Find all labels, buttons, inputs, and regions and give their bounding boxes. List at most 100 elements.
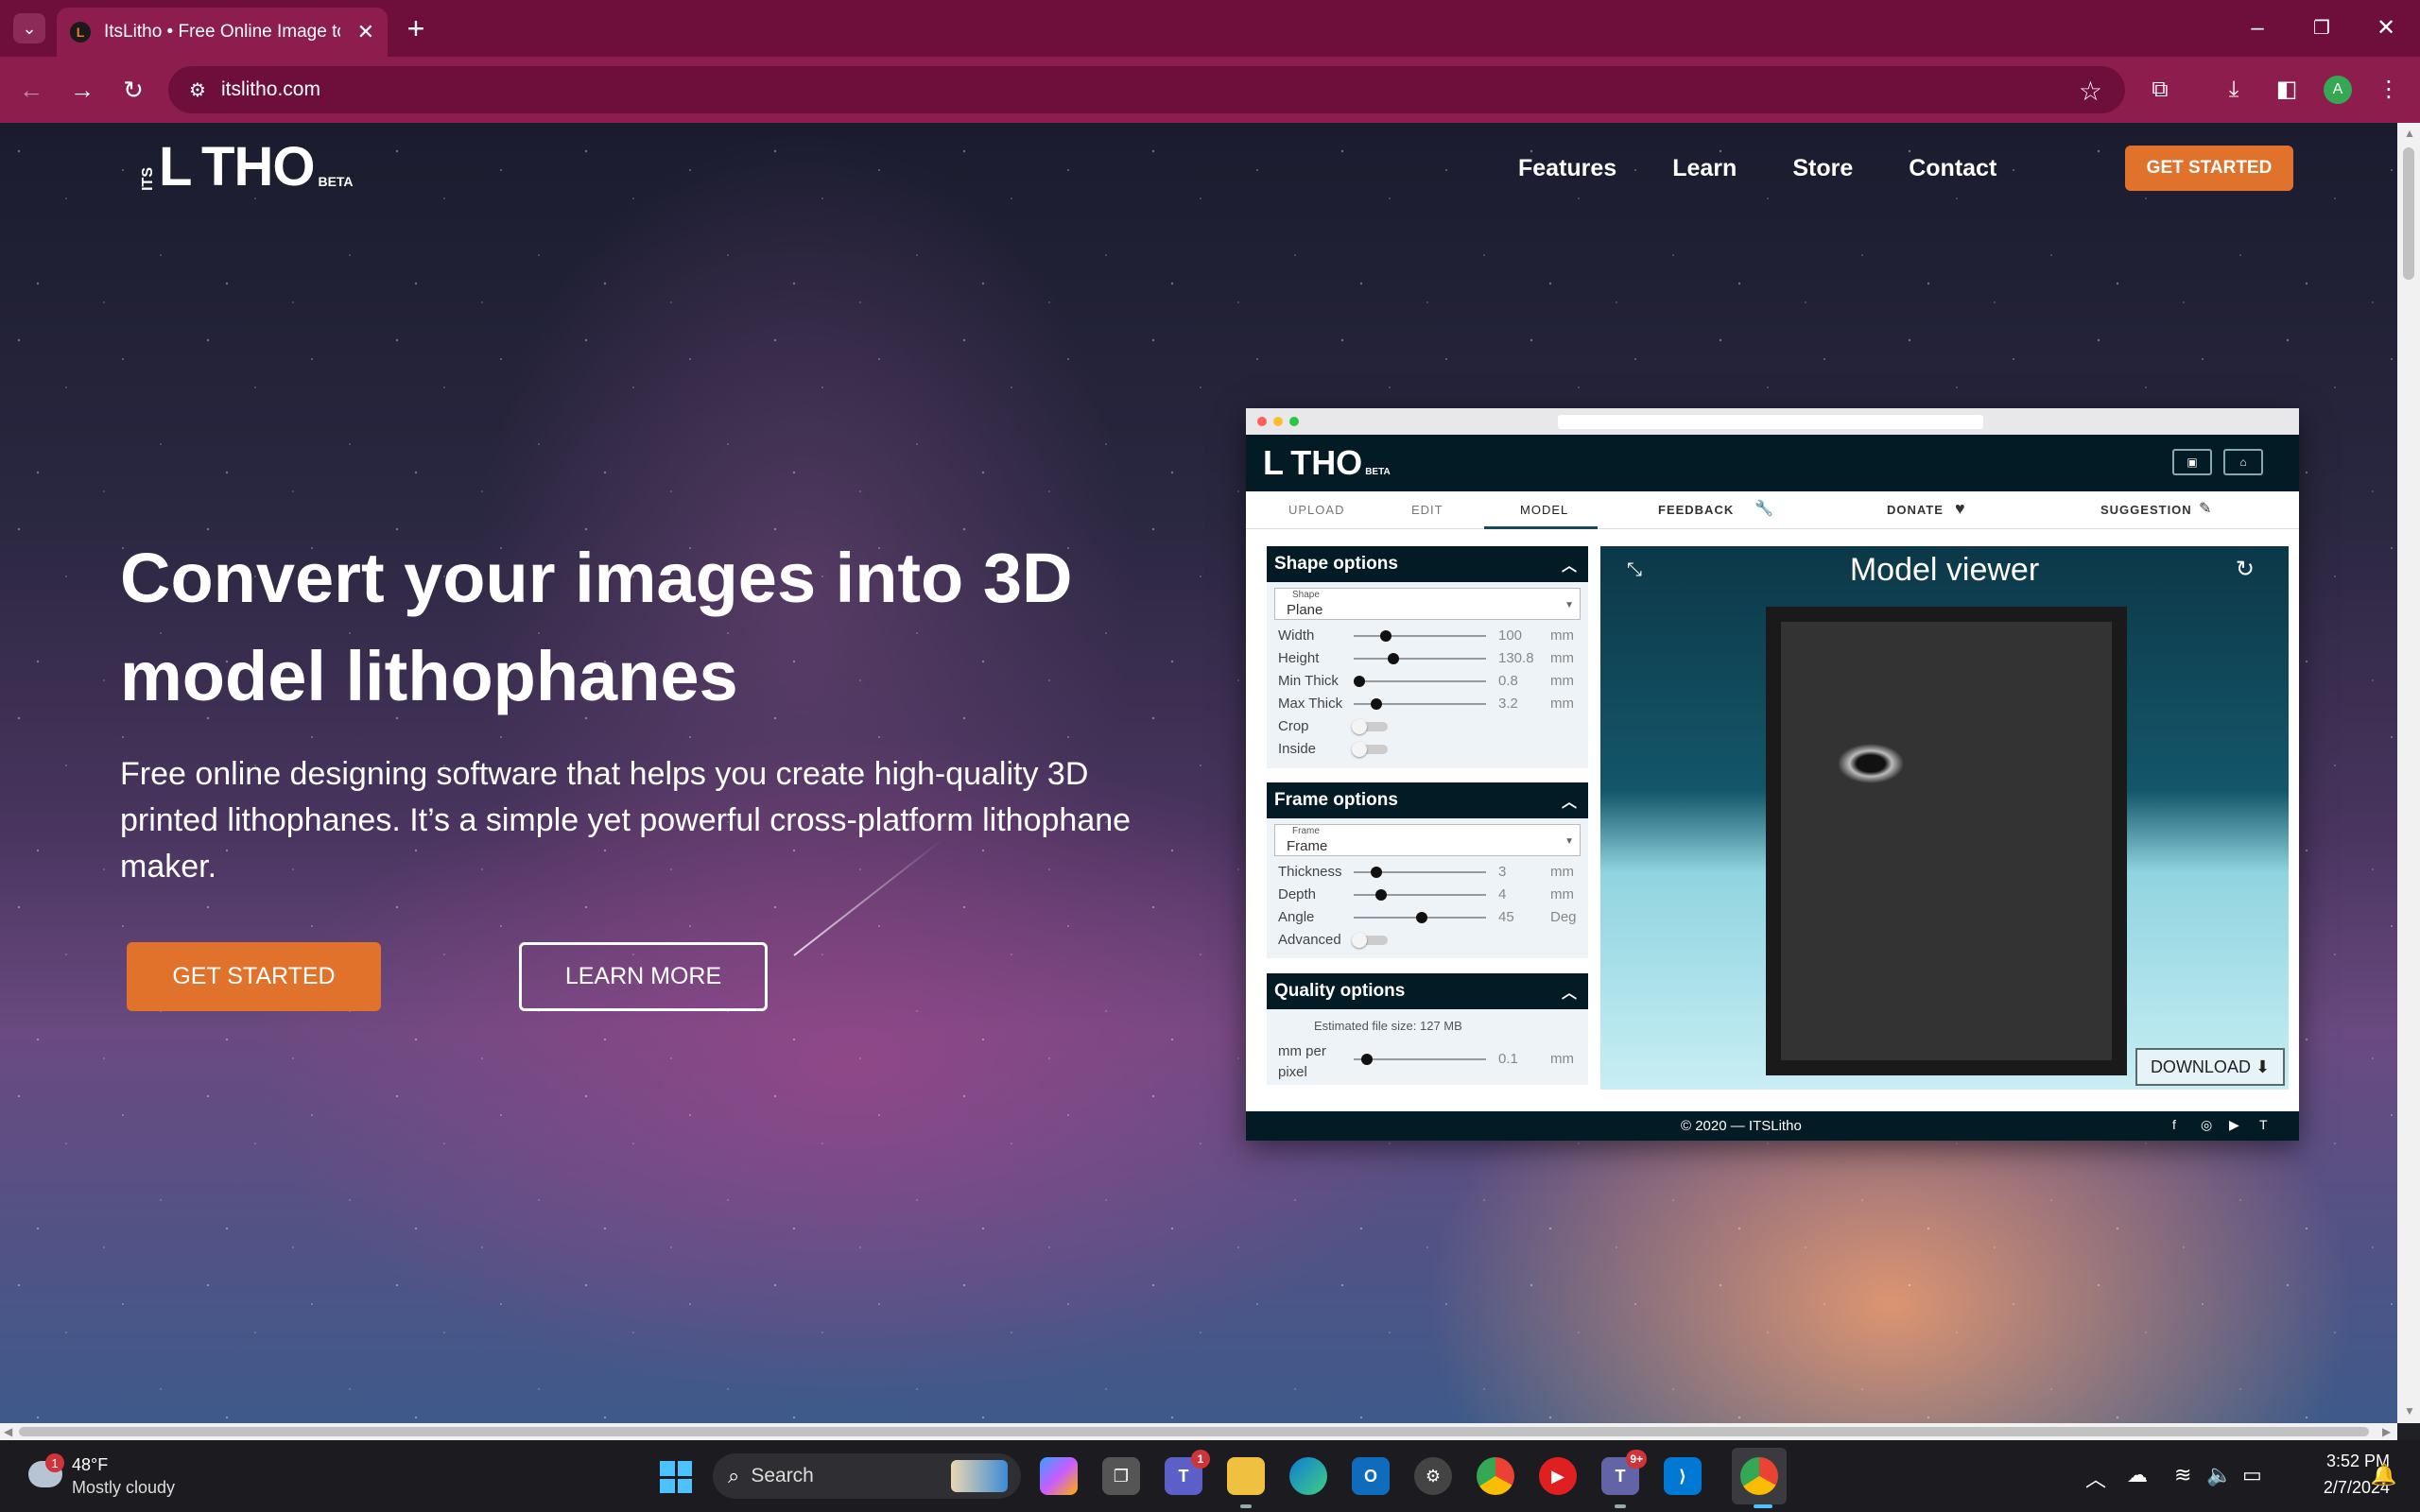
- downloads-icon[interactable]: ⤓: [2216, 72, 2252, 108]
- browser-toolbar: ← → ↻ ⚙ itslitho.com ☆ ⧉ ⤓ ◧ ⋮: [0, 57, 2420, 123]
- quality-options-header: Quality options ︿: [1267, 973, 1588, 1009]
- facebook-icon: f: [2172, 1117, 2176, 1132]
- search-icon: ⌕: [728, 1464, 740, 1487]
- task-view-icon[interactable]: ❐: [1102, 1457, 1140, 1495]
- new-tab-button[interactable]: +: [399, 11, 433, 45]
- mockup-tab-feedback: FEEDBACK: [1658, 503, 1735, 517]
- mockup-maximize-dot: [1289, 417, 1299, 426]
- frame-options-header: Frame options ︿: [1267, 782, 1588, 818]
- outlook-icon[interactable]: O: [1352, 1457, 1390, 1495]
- vertical-scrollbar[interactable]: ▲ ▼: [2397, 123, 2420, 1423]
- file-explorer-icon[interactable]: [1227, 1457, 1265, 1495]
- extensions-icon[interactable]: ⧉: [2142, 72, 2178, 108]
- nav-contact[interactable]: Contact: [1909, 155, 1996, 182]
- weather-description[interactable]: Mostly cloudy: [72, 1478, 175, 1498]
- chevron-up-icon: ︿: [1561, 986, 1577, 1002]
- scroll-up-icon: ▲: [2404, 127, 2415, 140]
- shape-row-width: Width 100 mm: [1278, 627, 1574, 644]
- chrome-profile-icon[interactable]: [1740, 1457, 1778, 1495]
- teams-chat-icon[interactable]: T 9+: [1601, 1450, 1647, 1495]
- mockup-camera-icon: ▣: [2172, 449, 2212, 475]
- mockup-download-button: DOWNLOAD ⬇: [2135, 1048, 2285, 1086]
- site-info-icon[interactable]: ⚙: [189, 78, 206, 102]
- menu-icon[interactable]: ⋮: [2371, 72, 2407, 108]
- wrench-icon: 🔧: [1754, 501, 1774, 517]
- mockup-tab-suggestion: SUGGESTION: [2100, 503, 2192, 517]
- minimize-button[interactable]: –: [2238, 9, 2276, 47]
- tray-overflow-icon[interactable]: ︿: [2085, 1463, 2106, 1493]
- mockup-home-icon: ⌂: [2223, 449, 2263, 475]
- shape-row-inside: Inside: [1267, 737, 1588, 760]
- vscode-icon[interactable]: ⟩: [1664, 1457, 1702, 1495]
- mockup-close-dot: [1257, 417, 1267, 426]
- shape-options-panel: Shape options ︿ Shape Plane ▼ Width 100 mm …: [1267, 546, 1588, 768]
- frame-select: Frame Frame ▼: [1274, 824, 1581, 856]
- wifi-icon[interactable]: ≋: [2174, 1463, 2191, 1487]
- chevron-down-icon: ⌄: [22, 18, 37, 38]
- mockup-tab-edit: EDIT: [1411, 503, 1443, 517]
- hero-subtitle: Free online designing software that help…: [120, 756, 1132, 885]
- weather-badge: 1: [45, 1453, 64, 1472]
- nav-learn[interactable]: Learn: [1672, 155, 1737, 182]
- bookmark-star-icon[interactable]: ☆: [2079, 76, 2102, 107]
- vertical-scroll-thumb[interactable]: [2403, 147, 2414, 280]
- tab-strip: ⌄ L ItsLitho • Free Online Image to Lith…: [0, 0, 2420, 57]
- nav-store[interactable]: Store: [1792, 155, 1853, 182]
- site-favicon-icon: L: [70, 22, 91, 43]
- battery-icon[interactable]: ▭: [2242, 1463, 2262, 1487]
- site-nav: Features Learn Store Contact: [1518, 155, 2052, 182]
- file-explorer-running-indicator: [1240, 1504, 1252, 1508]
- mockup-window-bar: [1246, 408, 2299, 435]
- close-window-button[interactable]: ✕: [2367, 9, 2405, 47]
- url-text: itslitho.com: [220, 78, 320, 100]
- dropdown-arrow-icon: ▼: [1564, 600, 1574, 610]
- shape-row-crop: Crop: [1267, 714, 1588, 737]
- taskbar: 1 48°F Mostly cloudy ⌕ Search ❐ T1 O ⚙ ▶…: [0, 1440, 2420, 1512]
- tab-search-button[interactable]: ⌄: [13, 13, 45, 43]
- horizontal-scrollbar[interactable]: ◀ ▶: [0, 1423, 2397, 1440]
- forward-button[interactable]: →: [64, 72, 100, 108]
- tab-title: ItsLitho • Free Online Image to Lithopha…: [104, 22, 340, 42]
- get-started-button[interactable]: GET STARTED: [127, 942, 381, 1011]
- mockup-tab-donate: DONATE: [1887, 503, 1944, 517]
- weather-temperature[interactable]: 48°F: [72, 1455, 108, 1475]
- estimated-file-size: Estimated file size: 127 MB: [1314, 1019, 1462, 1033]
- back-button[interactable]: ←: [13, 72, 49, 108]
- horizontal-scroll-thumb[interactable]: [19, 1427, 2369, 1436]
- mockup-tabs: UPLOAD EDIT MODEL FEEDBACK 🔧 DONATE ♥ SU…: [1246, 491, 2299, 529]
- youtube-app-icon[interactable]: ▶: [1539, 1457, 1577, 1495]
- notification-bell-icon[interactable]: 🔔: [2371, 1463, 2396, 1487]
- teams-icon[interactable]: T1: [1165, 1450, 1210, 1495]
- onedrive-icon[interactable]: ☁: [2127, 1463, 2148, 1487]
- learn-more-button[interactable]: LEARN MORE: [519, 942, 768, 1011]
- close-tab-icon[interactable]: ✕: [357, 20, 374, 44]
- shape-options-header: Shape options ︿: [1267, 546, 1588, 582]
- volume-icon[interactable]: 🔈: [2206, 1463, 2232, 1487]
- profile-avatar[interactable]: A: [2324, 76, 2352, 104]
- address-bar[interactable]: ⚙ itslitho.com ☆: [168, 66, 2125, 113]
- site-logo[interactable]: ITS L THO BETA: [140, 140, 354, 195]
- heart-icon: ♥: [1955, 499, 1966, 518]
- nav-get-started-button[interactable]: GET STARTED: [2125, 146, 2293, 191]
- scroll-left-icon: ◀: [4, 1425, 13, 1438]
- shape-row-max-thick: Max Thick 3.2 mm: [1278, 696, 1574, 712]
- browser-tab[interactable]: L ItsLitho • Free Online Image to Lithop…: [57, 8, 388, 57]
- chrome-icon[interactable]: [1477, 1457, 1514, 1495]
- logo-its: ITS: [140, 167, 156, 191]
- quality-row-mm-per-pixel: mm per pixel 0.1 mm: [1278, 1043, 1574, 1080]
- taskbar-search[interactable]: ⌕ Search: [713, 1453, 1021, 1499]
- frame-options-panel: Frame options ︿ Frame Frame ▼ Thickness 3 m…: [1267, 782, 1588, 958]
- model-viewer: ⤡ Model viewer ↻ DOWNLOAD ⬇: [1600, 546, 2289, 1090]
- lithophane-preview: [1766, 607, 2127, 1075]
- settings-gear-icon[interactable]: ⚙: [1414, 1457, 1452, 1495]
- cat-image: [1781, 622, 2112, 1060]
- reload-button[interactable]: ↻: [115, 72, 151, 108]
- side-panel-icon[interactable]: ◧: [2269, 72, 2305, 108]
- restore-button[interactable]: ❐: [2303, 9, 2341, 47]
- nav-features[interactable]: Features: [1518, 155, 1616, 182]
- model-viewer-title: Model viewer: [1849, 552, 2040, 588]
- edge-icon[interactable]: [1289, 1457, 1327, 1495]
- copilot-icon[interactable]: [1040, 1457, 1078, 1495]
- start-button[interactable]: [660, 1461, 692, 1493]
- thingiverse-icon: T: [2259, 1117, 2268, 1132]
